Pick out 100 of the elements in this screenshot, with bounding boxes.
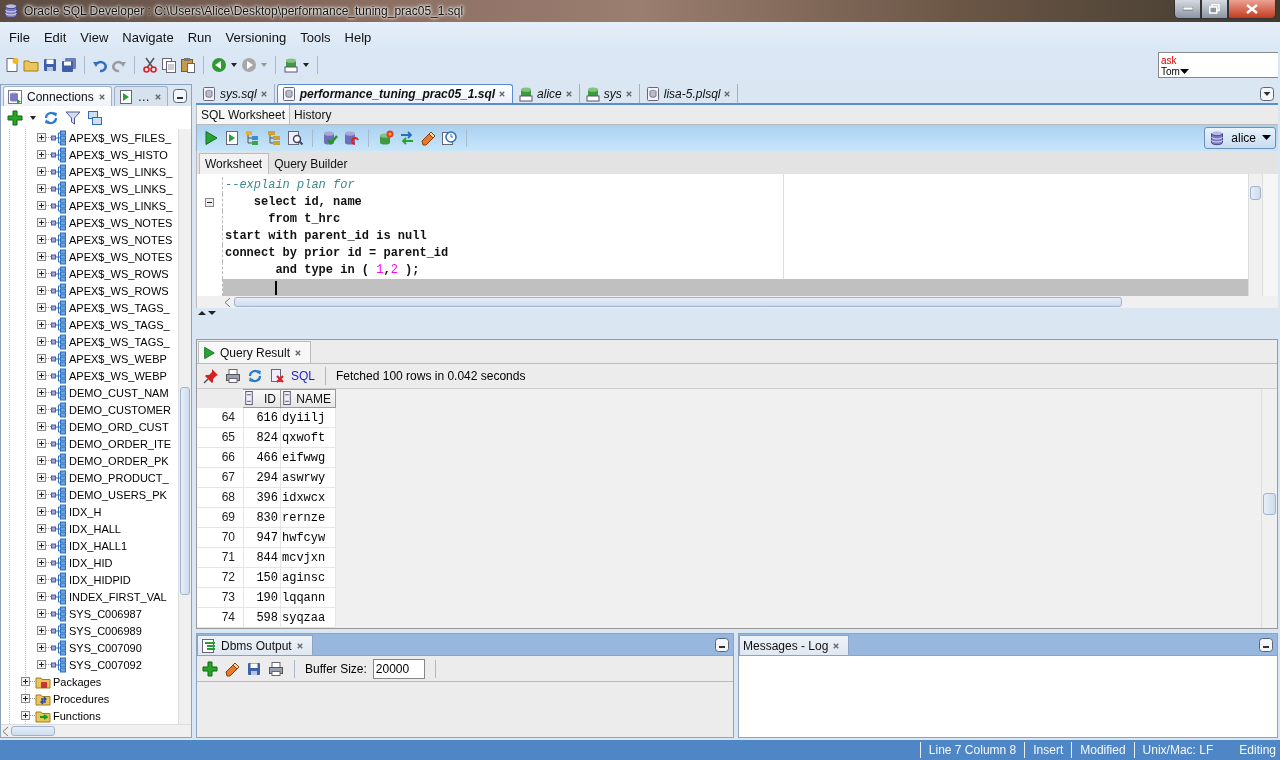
tree-item[interactable]: Packages <box>53 675 102 688</box>
expand-icon[interactable] <box>37 405 46 414</box>
run-script-icon[interactable] <box>224 130 240 146</box>
tree-item[interactable]: APEX$_WS_HISTO <box>69 148 168 161</box>
scrollbar[interactable] <box>1248 174 1262 296</box>
pin-icon[interactable] <box>203 368 219 385</box>
change-case-icon[interactable] <box>399 130 415 146</box>
back-icon[interactable] <box>211 57 227 73</box>
print-icon[interactable] <box>225 368 241 385</box>
expand-icon[interactable] <box>37 592 46 601</box>
expand-icon[interactable] <box>37 541 46 550</box>
editor-tab[interactable]: lisa-5.plsql <box>641 84 739 103</box>
expand-icon[interactable] <box>37 218 46 227</box>
close-icon[interactable] <box>624 89 633 98</box>
close-icon[interactable] <box>294 349 303 357</box>
panel-tab[interactable]: Dbms Output <box>197 635 313 656</box>
refresh-icon[interactable] <box>247 368 263 385</box>
connection-selector[interactable]: alice <box>1204 127 1276 149</box>
tree-item[interactable]: INDEX_FIRST_VAL <box>69 590 167 603</box>
tree-item[interactable]: APEX$_WS_WEBP <box>69 369 167 382</box>
scrollbar[interactable] <box>1261 389 1277 629</box>
minimize-button[interactable] <box>1174 0 1201 19</box>
tree-item[interactable]: APEX$_WS_TAGS_ <box>69 335 170 348</box>
expand-icon[interactable] <box>37 626 46 635</box>
expand-icon[interactable] <box>37 354 46 363</box>
unshared-sql-icon[interactable] <box>378 130 394 146</box>
panel-tab[interactable]: Connections <box>3 86 112 106</box>
filter-icon[interactable] <box>65 109 81 126</box>
scrollbar[interactable] <box>196 296 1278 308</box>
menu-item[interactable]: Run <box>180 26 219 48</box>
tree-item[interactable]: DEMO_USERS_PK <box>69 488 167 501</box>
expand-icon[interactable] <box>21 677 30 686</box>
editor-tab[interactable]: sys <box>581 84 640 103</box>
tab[interactable]: SQL Worksheet <box>197 105 291 124</box>
expand-icon[interactable] <box>37 439 46 448</box>
panel-tab[interactable]: Messages - Log <box>739 635 850 656</box>
scrollbar[interactable] <box>1 724 191 737</box>
expand-icon[interactable] <box>37 337 46 346</box>
minimize-icon[interactable] <box>173 88 187 103</box>
tab[interactable]: History <box>290 105 336 124</box>
close-icon[interactable] <box>153 92 162 101</box>
menu-item[interactable]: Edit <box>36 26 74 48</box>
close-icon[interactable] <box>498 90 507 98</box>
rollback-icon[interactable] <box>343 130 359 146</box>
expand-icon[interactable] <box>37 660 46 669</box>
expand-icon[interactable] <box>37 473 46 482</box>
close-icon[interactable] <box>295 642 304 650</box>
tree-item[interactable]: APEX$_WS_WEBP <box>69 352 167 365</box>
expand-icon[interactable] <box>21 694 30 703</box>
scroll-left-icon[interactable] <box>225 297 231 307</box>
expand-icon[interactable] <box>37 201 46 210</box>
tree-item[interactable]: APEX$_WS_TAGS_ <box>69 301 170 314</box>
buffer-size-field[interactable]: 20000 <box>372 659 425 679</box>
tree-item[interactable]: APEX$_WS_LINKS_ <box>69 182 173 195</box>
menu-item[interactable]: View <box>73 26 116 48</box>
expand-icon[interactable] <box>37 133 46 142</box>
menu-item[interactable]: File <box>2 26 37 48</box>
splitter-arrows-icon[interactable] <box>197 310 217 316</box>
tuning-icon[interactable] <box>287 130 303 146</box>
tree-item[interactable]: IDX_HALL1 <box>69 539 128 552</box>
run-icon[interactable] <box>203 130 219 146</box>
database-icon[interactable] <box>283 57 299 73</box>
expand-icon[interactable] <box>37 303 46 312</box>
expand-icon[interactable] <box>37 490 46 499</box>
tree-item[interactable]: IDX_HIDPID <box>69 573 131 586</box>
sort-icon[interactable] <box>245 391 253 407</box>
tab-list-icon[interactable] <box>1260 86 1274 101</box>
tree-item[interactable]: APEX$_WS_LINKS_ <box>69 199 173 212</box>
expand-icon[interactable] <box>37 456 46 465</box>
menu-item[interactable]: Navigate <box>115 26 181 48</box>
expand-icon[interactable] <box>37 167 46 176</box>
tree-item[interactable]: SYS_C006987 <box>69 607 142 620</box>
expand-icon[interactable] <box>37 235 46 244</box>
new-file-icon[interactable] <box>4 57 20 73</box>
copy-icon[interactable] <box>161 57 177 73</box>
commit-icon[interactable] <box>322 130 338 146</box>
editor-tab[interactable]: alice <box>515 84 580 103</box>
tree-item[interactable]: DEMO_PRODUCT_ <box>69 471 169 484</box>
expand-icon[interactable] <box>37 371 46 380</box>
cancel-icon[interactable] <box>269 368 285 385</box>
expand-icon[interactable] <box>37 184 46 193</box>
close-icon[interactable] <box>723 89 732 98</box>
expand-icon[interactable] <box>37 524 46 533</box>
minimize-icon[interactable] <box>1259 638 1273 652</box>
tree-item[interactable]: Procedures <box>53 692 110 705</box>
expand-icon[interactable] <box>37 643 46 652</box>
expand-icon[interactable] <box>37 320 46 329</box>
result-tab[interactable]: Query Result <box>198 341 312 364</box>
expand-icon[interactable] <box>37 422 46 431</box>
tree-item[interactable]: APEX$_WS_ROWS <box>69 284 169 297</box>
expand-icon[interactable] <box>37 269 46 278</box>
close-icon[interactable] <box>564 89 573 98</box>
tree-item[interactable]: APEX$_WS_LINKS_ <box>69 165 173 178</box>
sql-link[interactable]: SQL <box>291 369 315 384</box>
expand-icon[interactable] <box>37 286 46 295</box>
menu-item[interactable]: Versioning <box>218 26 294 48</box>
tree-item[interactable]: SYS_C006989 <box>69 624 142 637</box>
open-folder-icon[interactable] <box>23 57 39 73</box>
minimize-icon[interactable] <box>715 638 729 652</box>
close-icon[interactable] <box>259 89 268 98</box>
